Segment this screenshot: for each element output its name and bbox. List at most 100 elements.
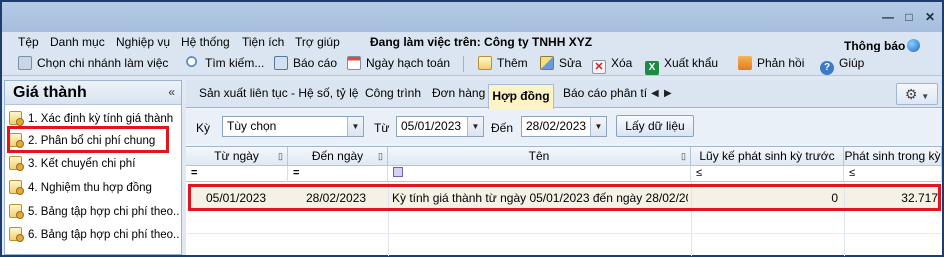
chevron-down-icon: ▼ [347,117,363,136]
toolbar: Chọn chi nhánh làm việc Tìm kiếm... Báo … [2,52,942,76]
tab-scroll-right-icon[interactable]: ▶ [664,88,672,99]
nav-item-label: 5. Bảng tập hợp chi phí theo... [28,206,179,218]
to-date-value: 28/02/2023 [526,119,587,133]
title-bar: — □ ✕ [2,2,942,32]
document-icon [18,56,32,70]
tab-construction[interactable]: Công trình [365,86,421,100]
to-date-picker[interactable]: 28/02/2023 ▼ [521,116,607,137]
tab-orders[interactable]: Đơn hàng [432,86,485,100]
task-icon [9,227,24,242]
menu-system[interactable]: Hệ thống [181,35,230,49]
filter-operator: ≤ [849,167,856,179]
menu-operations[interactable]: Nghiệp vụ [116,35,170,49]
report-label: Báo cáo [293,56,338,70]
select-branch-label: Chọn chi nhánh làm việc [37,56,169,70]
tab-continuous-production[interactable]: Sản xuất liên tục - Hệ số, tỷ lệ [199,86,358,100]
posting-date-label: Ngày hạch toán [366,56,451,70]
tab-contracts[interactable]: Hợp đồng [488,84,554,109]
pin-icon[interactable]: ▯ [278,147,283,165]
collapse-icon[interactable]: « [168,85,175,99]
menu-catalog[interactable]: Danh mục [50,35,105,49]
pin-icon[interactable]: ▯ [681,147,686,165]
delete-label: Xóa [611,56,633,70]
export-label: Xuất khẩu [664,56,719,70]
restore-icon[interactable]: □ [902,10,916,24]
close-icon[interactable]: ✕ [923,10,937,24]
settings-dropdown[interactable]: ⚙ ▼ [896,83,938,105]
tab-scroll-left-icon[interactable]: ◀ [651,88,659,99]
filter-operator: ≤ [696,167,703,179]
left-panel-title: Giá thành [13,84,87,101]
filter-cell-name[interactable] [388,166,691,182]
help-label: Giúp [839,56,865,70]
menu-help[interactable]: Trợ giúp [295,35,340,49]
menu-file[interactable]: Tệp [18,35,39,49]
filter-operator: = [293,167,300,179]
row-divider [186,233,942,234]
tab-strip: Sản xuất liên tục - Hệ số, tỷ lệ Công tr… [186,80,942,109]
filter-checkbox-icon [393,167,403,177]
search-icon [186,56,200,70]
select-branch-button[interactable]: Chọn chi nhánh làm việc [18,56,168,70]
minimize-icon[interactable]: — [881,10,895,24]
to-label: Đến [491,121,514,135]
highlight-box-nav [7,126,169,153]
column-header-from-date[interactable]: Từ ngày ▯ [186,147,288,166]
nav-item-label: 4. Nghiệm thu hợp đồng [28,182,152,194]
filter-cell-to-date[interactable]: = [288,166,388,182]
left-panel-header: Giá thành « [5,81,181,105]
period-select[interactable]: Tùy chọn ▼ [222,116,364,137]
column-header-to-date[interactable]: Đến ngày ▯ [288,147,388,166]
filter-cell-period[interactable]: ≤ [844,166,942,182]
task-icon [9,156,24,171]
period-label: Kỳ [196,121,211,135]
help-button[interactable]: ? Giúp [820,56,864,75]
app-window: — □ ✕ Tệp Danh mục Nghiệp vụ Hệ thống Ti… [0,0,944,257]
globe-icon [907,39,921,52]
add-icon [478,56,492,70]
delete-button[interactable]: ✕ Xóa [592,56,632,74]
gear-icon: ⚙ [904,86,918,102]
highlight-box-row [188,184,941,211]
nav-item-transfer-costs[interactable]: 3. Kết chuyển chi phí [9,156,179,176]
help-icon: ? [820,61,834,75]
tab-analysis-report[interactable]: Báo cáo phân tích [563,86,647,100]
nav-item-cost-summary-2[interactable]: 6. Bảng tập hợp chi phí theo... [9,227,179,247]
filter-cell-prior[interactable]: ≤ [691,166,844,182]
from-date-value: 05/01/2023 [401,119,462,133]
from-label: Từ [374,121,390,135]
task-icon [9,180,24,195]
search-button[interactable]: Tìm kiếm... [186,56,264,70]
column-header-label: Phát sinh trong kỳ [844,149,941,163]
export-button[interactable]: X Xuất khẩu [645,56,718,75]
posting-date-button[interactable]: Ngày hạch toán [347,56,450,70]
report-button[interactable]: Báo cáo [274,56,337,70]
fetch-data-button[interactable]: Lấy dữ liệu [616,115,694,137]
column-header-name[interactable]: Tên ▯ [388,147,691,166]
add-button[interactable]: Thêm [478,56,528,70]
filter-cell-from-date[interactable]: = [186,166,288,182]
nav-item-contract-acceptance[interactable]: 4. Nghiệm thu hợp đồng [9,180,179,200]
pin-icon[interactable]: ▯ [378,147,383,165]
feedback-label: Phản hồi [757,56,805,70]
working-company-label: Đang làm việc trên: Công ty TNHH XYZ [370,35,593,49]
feedback-button[interactable]: Phản hồi [738,56,804,70]
task-icon [9,111,24,126]
column-header-label: Lũy kế phát sinh kỳ trước [699,149,835,163]
pencil-icon [540,56,554,70]
excel-icon: X [645,61,659,75]
chevron-down-icon: ▼ [921,92,930,101]
filter-bar: Kỳ Tùy chọn ▼ Từ 05/01/2023 ▼ Đến 28/02/20… [186,110,942,144]
column-header-period-amount[interactable]: Phát sinh trong kỳ [844,147,942,166]
mail-icon [738,56,752,70]
menu-utilities[interactable]: Tiện ích [242,35,284,49]
notification-button[interactable]: Thông báo [844,39,921,53]
nav-item-label: 6. Bảng tập hợp chi phí theo... [28,229,179,241]
column-header-prior-accumulated[interactable]: Lũy kế phát sinh kỳ trước [691,147,844,166]
chevron-down-icon: ▼ [467,117,483,136]
nav-item-cost-summary-1[interactable]: 5. Bảng tập hợp chi phí theo... [9,204,179,224]
column-header-label: Từ ngày [214,149,259,163]
from-date-picker[interactable]: 05/01/2023 ▼ [396,116,484,137]
edit-button[interactable]: Sửa [540,56,582,70]
nav-item-label: 1. Xác định kỳ tính giá thành [28,113,174,125]
